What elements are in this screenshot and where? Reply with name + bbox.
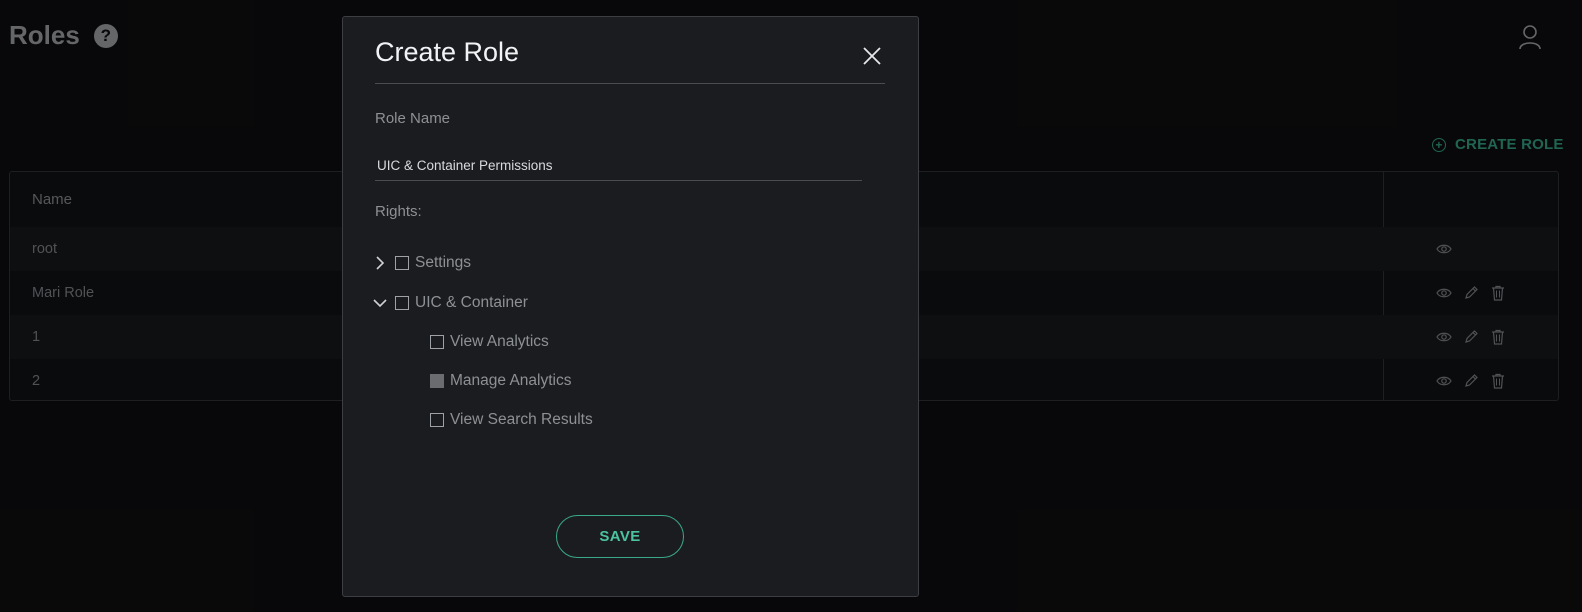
title-divider	[375, 83, 885, 84]
rights-label: Rights:	[375, 203, 422, 220]
right-item-view-analytics: View Analytics	[430, 333, 549, 351]
role-name-label: Role Name	[375, 110, 451, 127]
view-analytics-checkbox[interactable]	[430, 335, 444, 349]
right-item-settings: Settings	[373, 254, 471, 272]
view-search-results-checkbox[interactable]	[430, 413, 444, 427]
right-item-view-search-results: View Search Results	[430, 411, 593, 429]
create-role-dialog: Create Role Role Name Rights: Settings U…	[342, 16, 919, 597]
role-name-input[interactable]	[375, 151, 862, 181]
save-button[interactable]: SAVE	[556, 515, 684, 558]
right-item-manage-analytics: Manage Analytics	[430, 372, 572, 390]
right-label-uic-container: UIC & Container	[415, 294, 528, 311]
close-icon[interactable]	[861, 45, 883, 67]
chevron-down-icon[interactable]	[373, 296, 387, 310]
right-label-manage-analytics: Manage Analytics	[450, 372, 572, 389]
dialog-title: Create Role	[375, 37, 520, 67]
manage-analytics-checkbox[interactable]	[430, 374, 444, 388]
uic-container-checkbox[interactable]	[395, 296, 409, 310]
chevron-right-icon[interactable]	[373, 256, 387, 270]
right-label-view-search-results: View Search Results	[450, 411, 593, 428]
right-label-view-analytics: View Analytics	[450, 333, 549, 350]
right-label-settings: Settings	[415, 254, 472, 271]
right-item-uic-container: UIC & Container	[373, 294, 528, 312]
settings-checkbox[interactable]	[395, 256, 409, 270]
